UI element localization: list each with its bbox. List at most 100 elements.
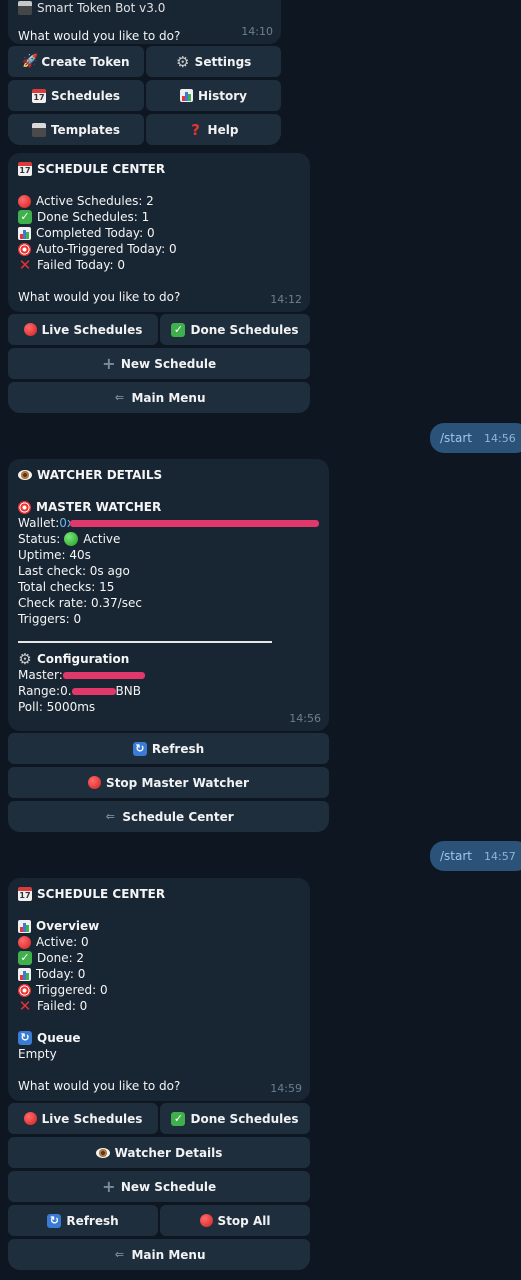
message-time: 14:12 — [270, 293, 302, 306]
message-time: 14:57 — [484, 849, 516, 863]
plus-icon: + — [102, 353, 116, 373]
red-circle-icon — [23, 1112, 37, 1125]
stat-text: Today: 0 — [36, 967, 86, 981]
new-schedule-button[interactable]: + New Schedule — [8, 1171, 310, 1202]
master-line: Master: — [18, 667, 319, 683]
message-title: 17 SCHEDULE CENTER — [18, 161, 300, 177]
message-time: 14:10 — [241, 25, 273, 38]
bot-message-main-menu: Smart Token Bot v3.0 What would you like… — [8, 0, 281, 44]
button-label: Templates — [50, 122, 121, 137]
title-text: SCHEDULE CENTER — [37, 162, 166, 176]
message-time: 14:59 — [270, 1082, 302, 1095]
refresh-icon: ↻ — [132, 741, 147, 756]
heading-text: Queue — [37, 1031, 81, 1045]
done-schedules-line: ✓ Done Schedules: 1 — [18, 209, 300, 225]
refresh-button[interactable]: ↻ Refresh — [8, 1205, 158, 1236]
message-title: Smart Token Bot v3.0 — [18, 0, 271, 16]
done-schedules-button[interactable]: ✓ Done Schedules — [160, 314, 310, 345]
button-label: Refresh — [66, 1213, 119, 1228]
create-token-button[interactable]: 🚀 Create Token — [8, 46, 144, 77]
button-label: Refresh — [151, 741, 205, 756]
green-circle-icon — [64, 532, 79, 546]
heading-text: MASTER WATCHER — [36, 500, 162, 514]
button-label: Done Schedules — [190, 1111, 299, 1126]
queue-value: Empty — [18, 1047, 57, 1061]
stop-all-button[interactable]: Stop All — [160, 1205, 310, 1236]
prompt-text: What would you like to do? — [18, 290, 181, 304]
done-schedules-button[interactable]: ✓ Done Schedules — [160, 1103, 310, 1134]
title-text: WATCHER DETAILS — [37, 468, 163, 482]
button-label: Main Menu — [131, 1247, 206, 1262]
question-mark-icon: ? — [191, 120, 200, 139]
user-message-start: /start 14:56 ✓ — [430, 423, 521, 453]
button-label: New Schedule — [120, 1179, 217, 1194]
heading-text: Configuration — [37, 652, 130, 666]
red-circle-icon — [18, 935, 31, 949]
button-label: History — [197, 88, 248, 103]
stat-text: Triggered: 0 — [36, 983, 108, 997]
red-circle-icon — [88, 776, 102, 789]
settings-button[interactable]: ⚙ Settings — [146, 46, 281, 77]
stat-text: Active: 0 — [36, 935, 89, 949]
bar-chart-icon — [18, 226, 31, 240]
master-watcher-heading: MASTER WATCHER — [18, 499, 319, 515]
live-schedules-button[interactable]: Live Schedules — [8, 314, 158, 345]
bar-chart-icon — [179, 89, 193, 102]
active-line: Active: 0 — [18, 934, 300, 950]
main-menu-button[interactable]: ⇐ Main Menu — [8, 382, 310, 413]
cross-mark-icon: ✕ — [18, 256, 32, 274]
queue-heading: ↻ Queue — [18, 1030, 300, 1046]
new-schedule-button[interactable]: + New Schedule — [8, 348, 310, 379]
templates-button[interactable]: Templates — [8, 114, 144, 145]
range-value-start: 0. — [60, 684, 72, 698]
bar-chart-icon — [18, 967, 31, 981]
refresh-icon: ↻ — [18, 1031, 32, 1045]
history-button[interactable]: History — [146, 80, 281, 111]
stat-text: Failed: 0 — [37, 999, 88, 1013]
button-label: Done Schedules — [190, 322, 299, 337]
heading-text: Overview — [36, 919, 100, 933]
stat-text: Done Schedules: 1 — [37, 210, 150, 224]
button-label: Stop All — [217, 1213, 271, 1228]
button-label: New Schedule — [120, 356, 217, 371]
redaction-mark — [70, 519, 319, 527]
schedules-button[interactable]: 17 Schedules — [8, 80, 144, 111]
live-schedules-button[interactable]: Live Schedules — [8, 1103, 158, 1134]
label-text: Master: — [18, 668, 63, 682]
configuration-heading: ⚙ Configuration — [18, 651, 319, 667]
main-menu-button[interactable]: ⇐ Main Menu — [8, 1239, 310, 1270]
active-schedules-line: Active Schedules: 2 — [18, 193, 300, 209]
user-message-start: /start 14:57 ✓ — [430, 841, 521, 871]
target-icon — [18, 983, 31, 997]
range-value-end: BNB — [115, 684, 141, 698]
status-line: Status: Active — [18, 531, 319, 547]
message-time: 14:56 — [484, 431, 516, 445]
calendar-icon: 17 — [18, 887, 32, 901]
refresh-button[interactable]: ↻ Refresh — [8, 733, 329, 764]
today-line: Today: 0 — [18, 966, 300, 982]
back-arrow-icon: ⇐ — [114, 390, 125, 404]
watcher-details-button[interactable]: Watcher Details — [8, 1137, 310, 1168]
schedule-center-button[interactable]: ⇐ Schedule Center — [8, 801, 329, 832]
redaction-mark — [71, 687, 116, 695]
back-arrow-icon: ⇐ — [105, 809, 115, 823]
range-line: Range: 0. BNB — [18, 683, 319, 699]
gear-icon: ⚙ — [18, 650, 32, 668]
help-button[interactable]: ? Help — [146, 114, 281, 145]
failed-line: ✕ Failed: 0 — [18, 998, 300, 1014]
cut-title: Smart Token Bot v3.0 — [37, 1, 166, 15]
button-label: Schedule Center — [122, 809, 234, 824]
label-text: Wallet: — [18, 516, 60, 530]
target-icon — [18, 500, 31, 514]
floppy-disk-icon — [31, 122, 46, 137]
label-text: Range: — [18, 684, 61, 698]
message-text: /start — [440, 431, 472, 445]
calendar-icon: 17 — [32, 88, 47, 103]
stop-master-watcher-button[interactable]: Stop Master Watcher — [8, 767, 329, 798]
wallet-line: Wallet: 0x — [18, 515, 319, 531]
stat-text: Done: 2 — [37, 951, 85, 965]
check-mark-icon: ✓ — [171, 1111, 186, 1126]
button-label: Main Menu — [131, 390, 206, 405]
gear-icon: ⚙ — [175, 52, 190, 71]
bot-icon — [18, 1, 32, 15]
